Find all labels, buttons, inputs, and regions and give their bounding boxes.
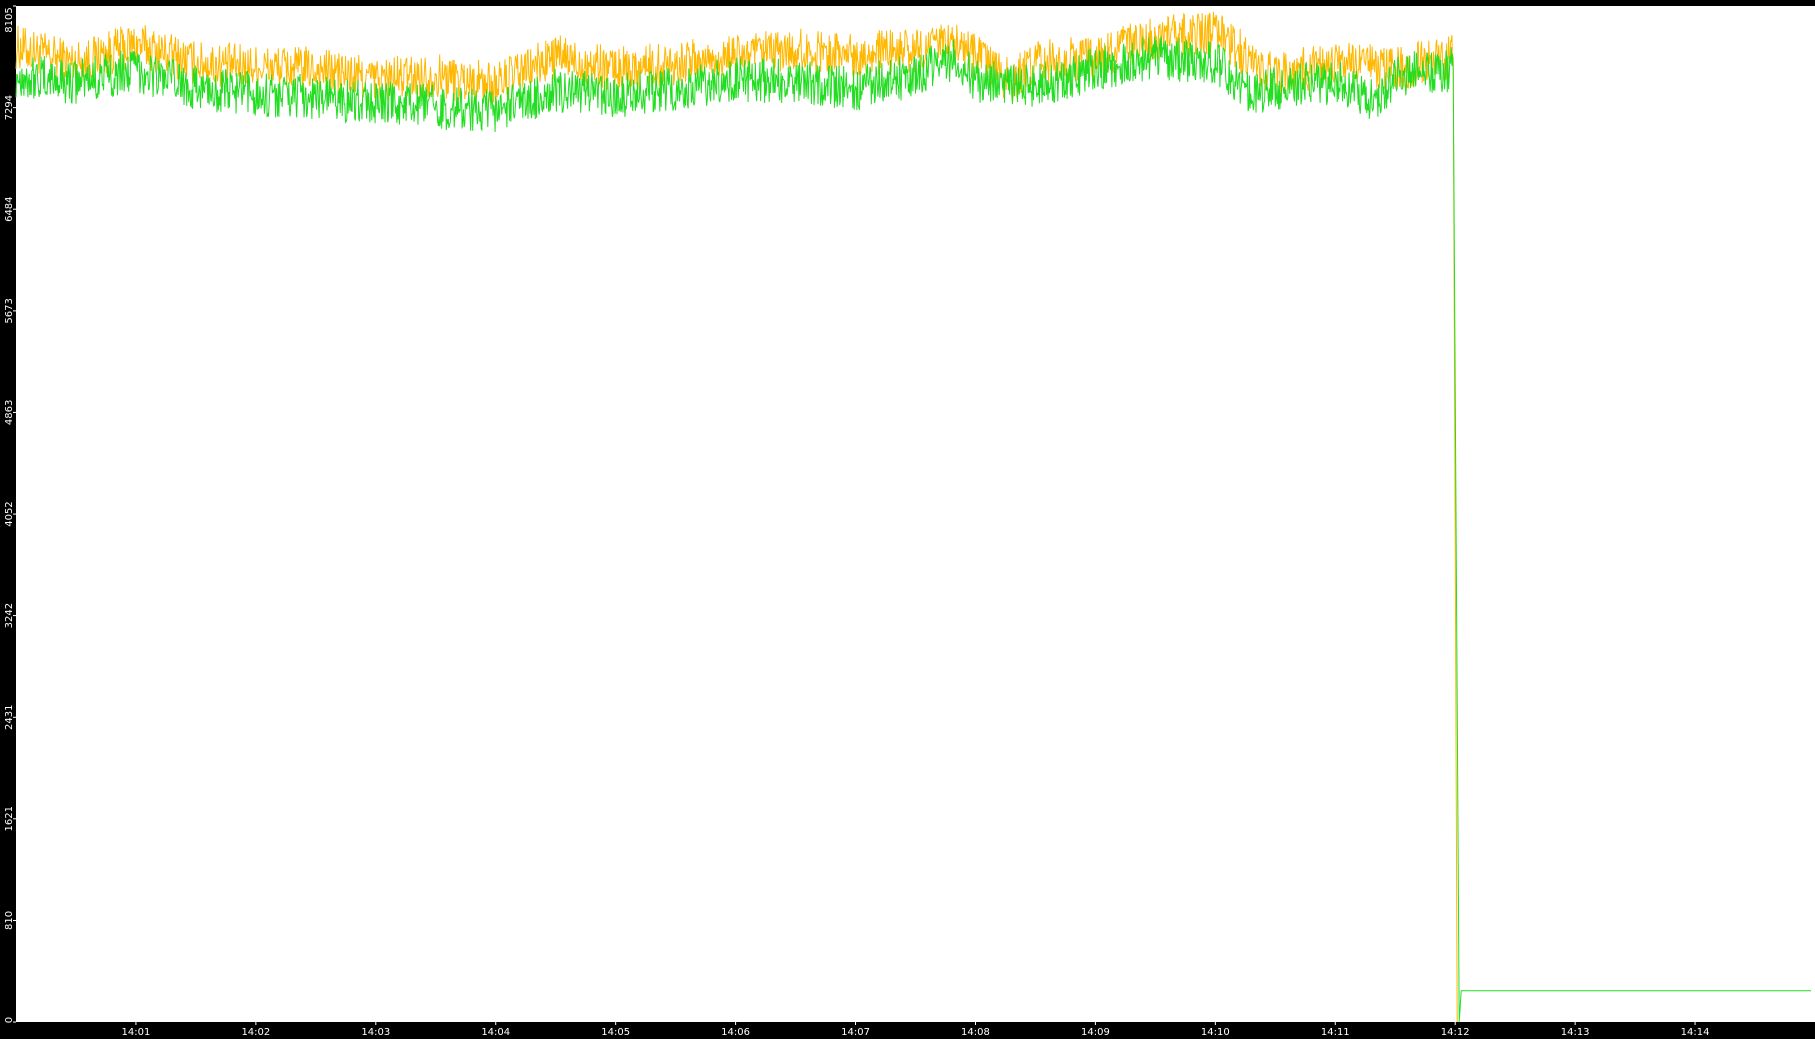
x-tick-label: 14:09 <box>1081 1027 1110 1038</box>
x-tick-label: 14:14 <box>1681 1027 1710 1038</box>
y-tick-label: 3242 <box>4 603 15 628</box>
x-tick-label: 14:05 <box>601 1027 630 1038</box>
y-tick-label: 810 <box>4 911 15 930</box>
x-axis: 14:01 14:02 14:03 14:04 14:05 14:06 14:07 14:08… <box>122 1022 1710 1038</box>
x-tick-label: 14:11 <box>1321 1027 1350 1038</box>
x-tick-label: 14:07 <box>841 1027 870 1038</box>
chart: 0 810 1621 2431 3242 4052 4863 5673 6484 7294 8105… <box>4 5 1815 1038</box>
y-tick-label: 0 <box>4 1017 15 1023</box>
x-tick-label: 14:03 <box>361 1027 390 1038</box>
y-tick-label: 2431 <box>4 705 15 730</box>
y-tick-label: 6484 <box>4 196 15 221</box>
x-tick-label: 14:06 <box>721 1027 750 1038</box>
y-tick-label: 4052 <box>4 501 15 526</box>
y-tick-label: 4863 <box>4 400 15 425</box>
x-tick-label: 14:01 <box>122 1027 151 1038</box>
x-tick-label: 14:13 <box>1561 1027 1590 1038</box>
y-tick-label: 5673 <box>4 298 15 323</box>
y-tick-label: 8105 <box>4 7 15 32</box>
x-tick-label: 14:04 <box>481 1027 510 1038</box>
x-tick-label: 14:08 <box>961 1027 990 1038</box>
x-tick-label: 14:02 <box>241 1027 270 1038</box>
y-tick-label: 7294 <box>4 95 15 120</box>
x-tick-label: 14:10 <box>1201 1027 1230 1038</box>
x-tick-label: 14:12 <box>1441 1027 1470 1038</box>
plot-area <box>16 6 1815 1022</box>
y-axis: 0 810 1621 2431 3242 4052 4863 5673 6484 7294 8105 <box>4 5 16 1023</box>
y-tick-label: 1621 <box>4 806 15 831</box>
